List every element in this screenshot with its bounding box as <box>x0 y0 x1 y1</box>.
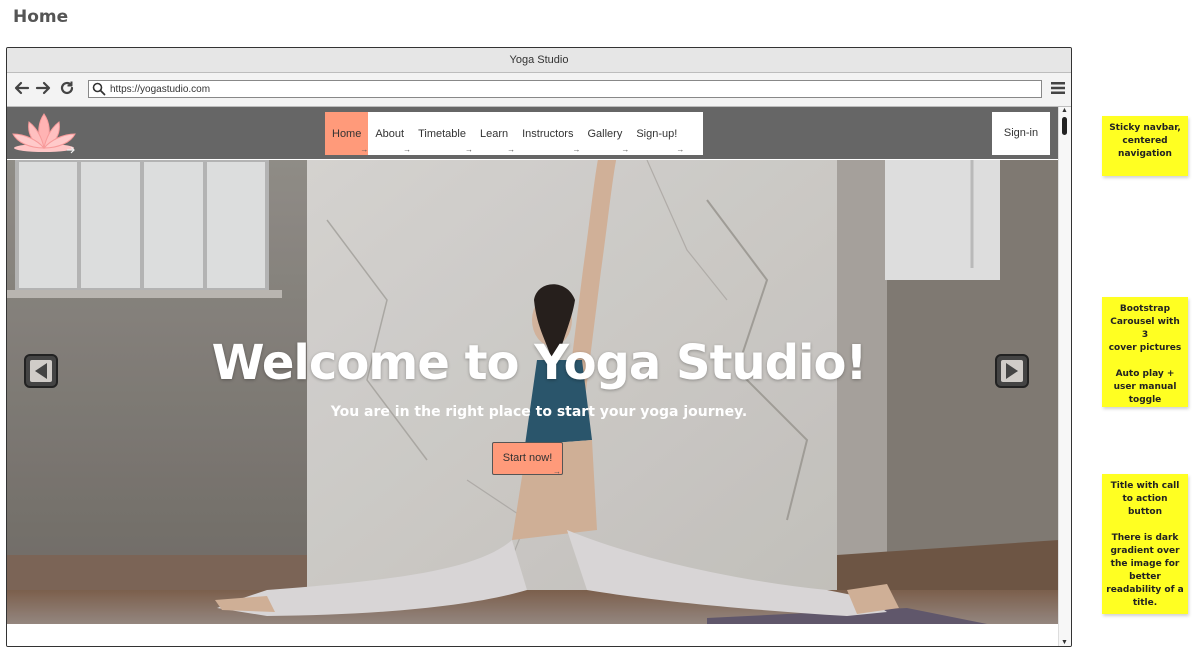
link-arrow-icon: → <box>572 145 581 154</box>
signin-button[interactable]: Sign-in <box>992 112 1050 155</box>
scroll-thumb[interactable] <box>1062 117 1067 135</box>
page-viewport: Home → About → Timetable → Learn → Instr… <box>7 107 1059 646</box>
link-arrow-icon: → <box>464 145 473 154</box>
nav-item-label: About <box>375 127 405 140</box>
nav-item-instructors[interactable]: Instructors → <box>515 112 580 155</box>
start-now-button[interactable]: Start now! → <box>492 442 563 476</box>
nav-item-timetable[interactable]: Timetable → <box>411 112 473 155</box>
link-arrow-icon: → <box>553 467 561 476</box>
nav-item-label: Timetable <box>418 127 466 140</box>
main-navigation: Home → About → Timetable → Learn → Instr… <box>325 112 703 155</box>
hero-carousel: Welcome to Yoga Studio! You are in the r… <box>7 160 1059 624</box>
link-arrow-icon: → <box>621 145 630 154</box>
cta-label: Start now! <box>502 452 553 464</box>
link-arrow-icon: → <box>403 145 412 154</box>
hero-subtitle: You are in the right place to start your… <box>330 404 748 420</box>
hamburger-menu-icon[interactable] <box>1051 81 1065 95</box>
window-title: Yoga Studio <box>7 48 1071 73</box>
sticky-note-navbar: Sticky navbar, centered navigation <box>1102 116 1188 176</box>
hero-image <box>7 160 1059 624</box>
link-arrow-icon: → <box>507 145 516 154</box>
back-arrow-icon[interactable] <box>13 79 31 97</box>
page-heading: Home <box>13 7 69 27</box>
nav-item-signup[interactable]: Sign-up! → <box>629 112 684 155</box>
scroll-up-icon[interactable]: ▲ <box>1061 107 1068 114</box>
link-arrow-icon: → <box>360 145 369 154</box>
url-field[interactable] <box>88 80 1042 98</box>
forward-arrow-icon[interactable] <box>34 79 52 97</box>
nav-item-about[interactable]: About → <box>368 112 411 155</box>
nav-item-label: Home <box>332 127 362 140</box>
site-navbar: Home → About → Timetable → Learn → Instr… <box>7 107 1059 159</box>
scroll-down-icon[interactable]: ▼ <box>1061 639 1068 646</box>
sticky-note-carousel: Bootstrap Carousel with 3 cover pictures… <box>1102 297 1188 407</box>
nav-item-gallery[interactable]: Gallery → <box>580 112 629 155</box>
hero-title: Welcome to Yoga Studio! <box>211 335 868 391</box>
nav-item-home[interactable]: Home → <box>325 112 369 155</box>
nav-item-label: Learn <box>479 127 509 140</box>
url-input[interactable] <box>110 81 1030 97</box>
browser-window: Yoga Studio https://yogastudio.com Home … <box>6 47 1072 647</box>
search-icon <box>92 82 106 96</box>
link-arrow-icon: → <box>676 145 685 154</box>
nav-item-label: Sign-up! <box>636 127 678 140</box>
nav-item-label: Gallery <box>587 127 623 140</box>
address-bar <box>7 73 1071 107</box>
nav-item-label: Instructors <box>522 127 574 140</box>
lotus-logo-icon[interactable] <box>9 110 79 156</box>
reload-icon[interactable] <box>58 79 76 97</box>
sticky-note-title: Title with call to action button There i… <box>1102 474 1188 614</box>
nav-item-learn[interactable]: Learn → <box>473 112 515 155</box>
scrollbar[interactable]: ▲ ▼ <box>1058 107 1071 646</box>
